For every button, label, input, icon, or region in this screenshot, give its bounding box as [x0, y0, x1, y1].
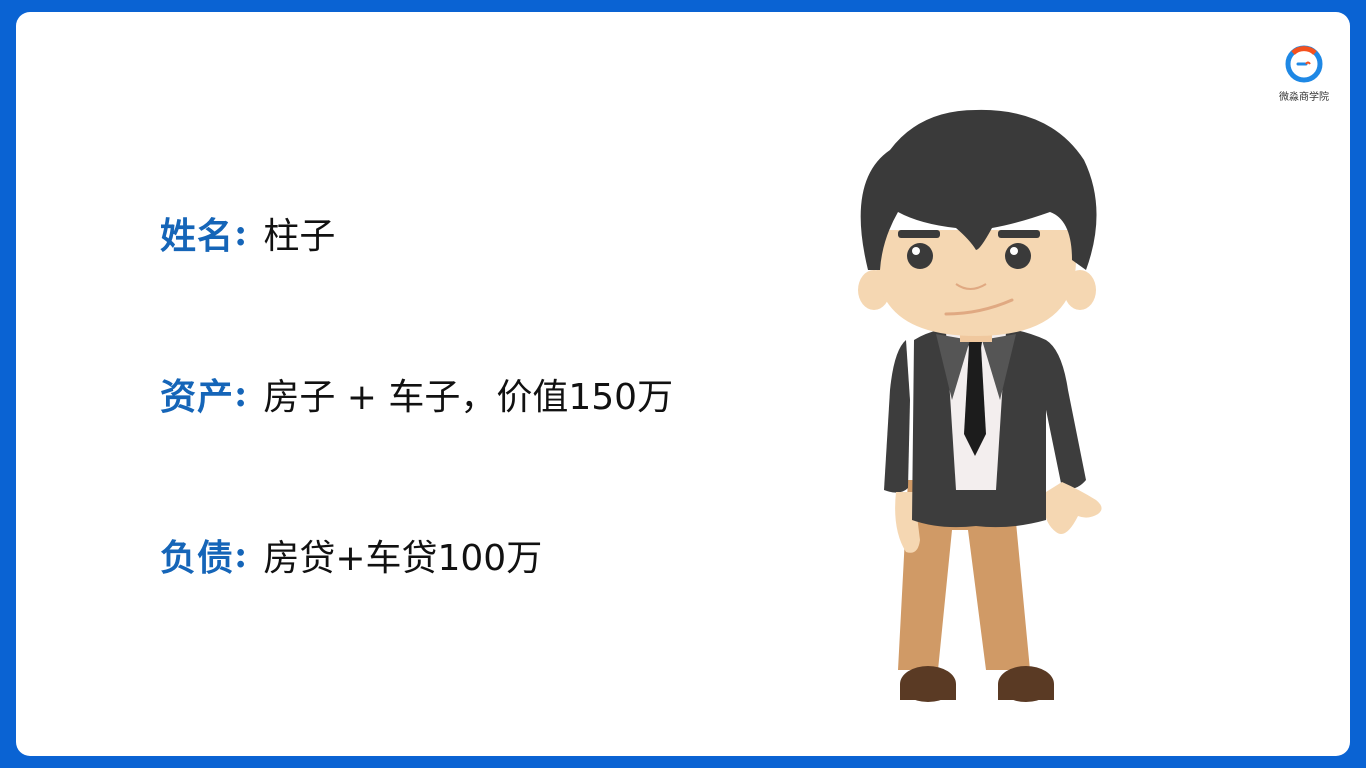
brand-ring-icon [1285, 45, 1323, 83]
debt-row: 负债 : 房贷+车贷100万 [160, 530, 542, 580]
debt-label: 负债 [160, 537, 235, 579]
assets-row: 资产 : 房子 + 车子，价值150万 [160, 369, 673, 419]
brand-name: 微淼商学院 [1279, 92, 1329, 103]
name-label: 姓名 [160, 215, 235, 257]
assets-value: 房子 + 车子，价值150万 [263, 377, 674, 418]
businessman-figure-icon [858, 109, 1102, 702]
name-row: 姓名 : 柱子 [160, 208, 335, 258]
debt-value: 房贷+车贷100万 [263, 538, 543, 579]
name-colon: : [234, 212, 248, 254]
assets-colon: : [234, 373, 248, 415]
slide-card: 微淼商学院 姓名 : 柱子 资产 : 房子 + 车子，价值150万 负债 : 房… [16, 12, 1350, 756]
slide-background: 微淼商学院 姓名 : 柱子 资产 : 房子 + 车子，价值150万 负债 : 房… [0, 0, 1366, 768]
name-value: 柱子 [263, 216, 336, 257]
assets-label: 资产 [160, 376, 235, 418]
brand-logo: 微淼商学院 [1272, 42, 1336, 106]
businessman-illustration [840, 100, 1120, 710]
debt-colon: : [234, 534, 248, 576]
